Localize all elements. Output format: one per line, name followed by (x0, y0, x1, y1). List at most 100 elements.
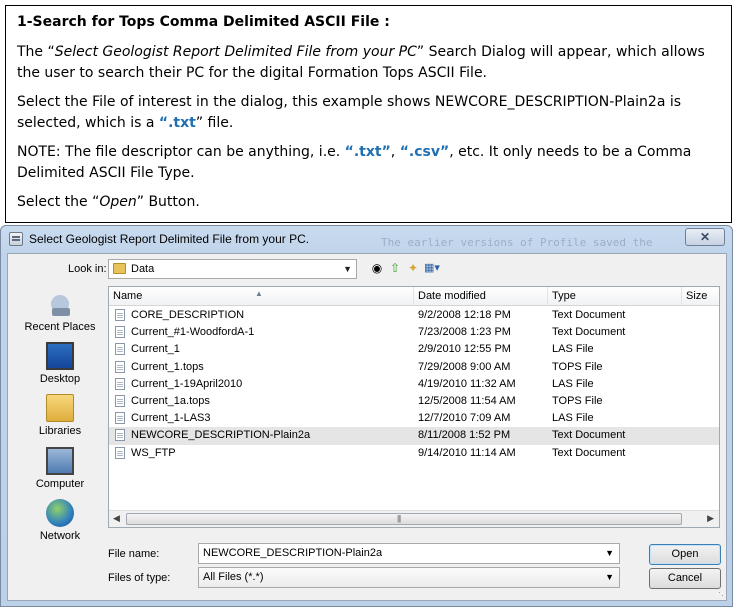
column-label: Size (686, 290, 708, 302)
computer-icon (46, 447, 74, 475)
document-icon (115, 343, 125, 356)
place-label: Network (39, 530, 81, 542)
file-list-header: Name ▲ Date modified Type Size (109, 287, 719, 306)
file-row[interactable]: Current_1-LAS3 12/7/2010 7:09 AM LAS File (109, 410, 719, 427)
file-type-cell: Text Document (552, 309, 626, 321)
file-row[interactable]: WS_FTP 9/14/2010 11:14 AM Text Document (109, 445, 719, 462)
place-desktop[interactable]: Desktop (12, 342, 108, 394)
file-row[interactable]: Current_#1-WoodfordA-1 7/23/2008 1:23 PM T… (109, 324, 719, 341)
scrollbar-thumb[interactable]: ||| (126, 513, 682, 525)
horizontal-scrollbar[interactable]: ◀ ||| ▶ (109, 510, 719, 527)
file-name-cell: Current_1.tops (131, 360, 204, 373)
document-icon (115, 429, 125, 442)
file-row[interactable]: NEWCORE_DESCRIPTION-Plain2a 8/11/2008 1:5… (109, 427, 719, 445)
desktop-icon (46, 342, 74, 370)
file-list[interactable]: Name ▲ Date modified Type Size CORE_DESCR… (108, 286, 720, 528)
file-name-cell: Current_#1-WoodfordA-1 (131, 326, 255, 339)
p2-extension: “.txt (158, 115, 196, 131)
chevron-down-icon[interactable]: ▼ (605, 544, 614, 563)
instruction-paragraph-1: The “Select Geologist Report Delimited F… (17, 42, 720, 84)
look-in-label: Look in: (68, 263, 107, 275)
file-type-cell: LAS File (552, 377, 594, 390)
place-label: Recent Places (24, 321, 96, 333)
scroll-right-icon[interactable]: ▶ (707, 513, 714, 524)
folder-icon (113, 263, 126, 274)
cancel-button[interactable]: Cancel (649, 568, 721, 589)
files-of-type-label: Files of type: (108, 572, 171, 584)
file-name-value: NEWCORE_DESCRIPTION-Plain2a (203, 547, 383, 559)
file-type-cell: LAS File (552, 343, 594, 356)
resize-grip-icon[interactable]: ⋱ (715, 587, 724, 598)
file-type-cell: Text Document (552, 326, 626, 339)
file-name-cell: WS_FTP (131, 446, 176, 459)
window-icon (9, 232, 23, 246)
dialog-title-bar[interactable]: Select Geologist Report Delimited File f… (1, 226, 732, 253)
place-libraries[interactable]: Libraries (12, 394, 108, 446)
chevron-down-icon: ▼ (343, 264, 352, 274)
p3-mid: , (390, 144, 400, 160)
p4-pre: Select the “ (17, 194, 100, 210)
p2-pre: Select the File of interest in the dialo… (17, 94, 682, 131)
navigation-toolbar: ◉ ⇧ ✦ ▦▾ (370, 261, 440, 275)
instruction-panel: 1-Search for Tops Comma Delimited ASCII … (5, 5, 732, 223)
p2-post: ” file. (195, 115, 234, 131)
file-type-cell: TOPS File (552, 394, 603, 407)
document-icon (115, 377, 125, 390)
file-name-input[interactable]: NEWCORE_DESCRIPTION-Plain2a ▼ (198, 543, 620, 564)
back-icon[interactable]: ◉ (370, 261, 384, 275)
up-folder-icon[interactable]: ⇧ (388, 261, 402, 275)
close-button[interactable]: ✕ (685, 228, 725, 246)
chevron-down-icon: ▼ (605, 572, 614, 582)
place-network[interactable]: Network (12, 499, 108, 551)
document-icon (115, 446, 125, 459)
column-label: Type (552, 290, 576, 302)
file-name-cell: NEWCORE_DESCRIPTION-Plain2a (131, 429, 311, 442)
file-name-cell: Current_1 (131, 343, 180, 356)
files-of-type-value: All Files (*.*) (203, 571, 264, 583)
column-label: Name (113, 290, 143, 302)
column-header-size[interactable]: Size (682, 287, 721, 306)
file-row[interactable]: Current_1a.tops 12/5/2008 11:54 AM TOPS Fi… (109, 393, 719, 410)
p4-button-name: Open (99, 194, 137, 210)
place-computer[interactable]: Computer (12, 447, 108, 499)
document-icon (115, 360, 125, 373)
background-window-text: The earlier versions of Profile saved th… (381, 236, 653, 249)
p3-csv-extension: “.csv” (399, 144, 450, 160)
heading-text: 1-Search for Tops Comma Delimited ASCII … (17, 14, 380, 30)
file-type-cell: Text Document (552, 446, 626, 459)
date-modified-cell: 2/9/2010 12:55 PM (418, 343, 511, 356)
file-row[interactable]: Current_1-19April2010 4/19/2010 11:32 AM L… (109, 376, 719, 393)
network-icon (46, 499, 74, 527)
place-label: Desktop (39, 373, 81, 385)
column-header-date[interactable]: Date modified (414, 287, 548, 306)
date-modified-cell: 4/19/2010 11:32 AM (418, 377, 516, 390)
file-row[interactable]: Current_1.tops 7/29/2008 9:00 AM TOPS File (109, 359, 719, 376)
place-label: Computer (35, 478, 85, 490)
dialog-client-area: Look in: Data ▼ ◉ ⇧ ✦ ▦▾ Recent Places D… (7, 253, 727, 601)
column-header-name[interactable]: Name ▲ (109, 287, 414, 306)
files-of-type-select[interactable]: All Files (*.*) ▼ (198, 567, 620, 588)
date-modified-cell: 9/14/2010 11:14 AM (418, 446, 516, 459)
sort-ascending-icon: ▲ (255, 289, 263, 298)
places-bar: Recent Places Desktop Libraries Computer… (12, 286, 108, 542)
file-row[interactable]: CORE_DESCRIPTION 9/2/2008 12:18 PM Text Do… (109, 307, 719, 324)
column-header-type[interactable]: Type (548, 287, 682, 306)
look-in-combo[interactable]: Data ▼ (108, 259, 357, 279)
open-button[interactable]: Open (649, 544, 721, 565)
file-row[interactable]: Current_1 2/9/2010 12:55 PM LAS File (109, 341, 719, 358)
scroll-left-icon[interactable]: ◀ (113, 513, 120, 524)
p3-pre: NOTE: The file descriptor can be anythin… (17, 144, 345, 160)
place-recent-places[interactable]: Recent Places (12, 290, 108, 342)
grip-icon: ||| (397, 514, 401, 523)
heading-suffix: : (379, 14, 390, 30)
dialog-title: Select Geologist Report Delimited File f… (29, 232, 310, 246)
p4-post: ” Button. (136, 194, 200, 210)
view-menu-icon[interactable]: ▦▾ (424, 261, 440, 275)
recent-places-icon (46, 290, 74, 318)
date-modified-cell: 12/5/2008 11:54 AM (418, 394, 516, 407)
new-folder-icon[interactable]: ✦ (406, 261, 420, 275)
libraries-icon (46, 394, 74, 422)
instruction-paragraph-4: Select the “Open” Button. (17, 192, 720, 213)
date-modified-cell: 7/29/2008 9:00 AM (418, 360, 511, 373)
document-icon (115, 309, 125, 321)
